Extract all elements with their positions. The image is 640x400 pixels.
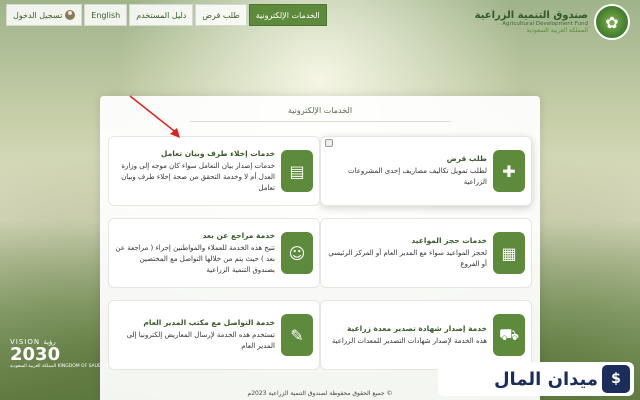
card-title: خدمات إخلاء طرف وبيان تعامل: [160, 148, 275, 158]
vision-sub: المملكة العربية السعودية KINGDOM OF SAUD…: [10, 364, 121, 369]
user-icon: [65, 10, 76, 20]
red-arrow-annotation: [129, 95, 180, 138]
dollar-icon: $: [602, 365, 630, 393]
nav-login[interactable]: تسجيل الدخول: [6, 4, 83, 26]
card-remote-review[interactable]: ☺ خدمة مراجع عن بعد تتيح هذه الخدمة للعم…: [108, 218, 320, 288]
card-title: خدمة التواصل مع مكتب المدير العام: [143, 318, 275, 327]
palm-emblem-icon: ✿: [594, 4, 630, 40]
logo-country: المملكة العربية السعودية: [526, 27, 588, 34]
card-export-certificate[interactable]: ⛟ خدمة إصدار شهادة تصدير معدة زراعية هذه…: [320, 300, 532, 370]
logo-name-ar: صندوق التنمية الزراعية: [474, 10, 588, 21]
remote-review-icon: ☺: [281, 232, 313, 274]
card-loan-request[interactable]: ✚ طلب قرض لطلب تمويل تكاليف مصاريف إحدى …: [320, 136, 532, 206]
nav-user-guide[interactable]: دليل المستخدم: [129, 4, 194, 26]
loan-request-icon: ✚: [493, 150, 525, 192]
document-pen-icon: ✎: [281, 314, 313, 356]
nav-loan-request[interactable]: طلب قرض: [195, 4, 247, 26]
card-clearance[interactable]: ▤ خدمات إخلاء طرف وبيان تعامل خدمات إصدا…: [108, 136, 320, 206]
lock-icon: [325, 139, 333, 147]
top-navigation: الخدمات الإلكترونية طلب قرض دليل المستخد…: [6, 4, 327, 26]
card-desc: تستخدم هذه الخدمة لإرسال المعاريض إلكترو…: [126, 331, 275, 350]
card-desc: لطلب تمويل تكاليف مصاريف إحدى المشروعات …: [348, 167, 487, 186]
logo[interactable]: صندوق التنمية الزراعية Agricultural Deve…: [475, 4, 630, 40]
watermark-text: ميدان المال: [493, 368, 598, 390]
nav-eservices[interactable]: الخدمات الإلكترونية: [248, 4, 327, 26]
nav-english[interactable]: English: [84, 4, 128, 26]
calendar-icon: ▦: [493, 232, 525, 274]
card-desc: تتيح هذه الخدمة للعملاء والمواطنين إجراء…: [115, 243, 275, 274]
card-title: طلب قرض: [446, 154, 487, 163]
tractor-icon: ⛟: [493, 314, 525, 356]
vision-2030-logo: VISION رؤية 2030 المملكة العربية السعودي…: [10, 338, 121, 369]
card-gm-office[interactable]: ✎ خدمة التواصل مع مكتب المدير العام تستخ…: [108, 300, 320, 370]
card-appointments[interactable]: ▦ خدمات حجز المواعيد لحجز المواعيد سواء …: [320, 218, 532, 288]
login-label: تسجيل الدخول: [13, 10, 63, 20]
card-desc: خدمات إصدار بيان التعامل سواء كان موجه إ…: [121, 161, 275, 192]
card-desc: هذه الخدمة لإصدار شهادات التصدير للمعدات…: [331, 336, 487, 345]
card-desc: لحجز المواعيد سواء مع المدير العام أو ال…: [328, 249, 487, 268]
clearance-icon: ▤: [281, 150, 313, 192]
card-title: خدمة إصدار شهادة تصدير معدة زراعية: [346, 323, 487, 333]
watermark: ميدان المال $: [438, 362, 634, 396]
card-title: خدمة مراجع عن بعد: [202, 230, 275, 240]
vision-number: 2030: [10, 344, 61, 365]
card-title: خدمات حجز المواعيد: [411, 236, 487, 245]
